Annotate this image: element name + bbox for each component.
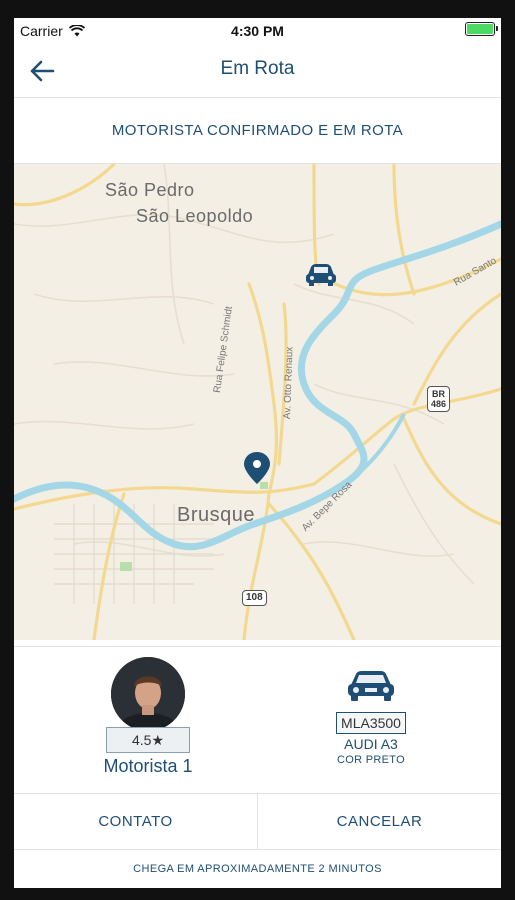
page-title: Em Rota [220,58,295,79]
ride-status-banner: MOTORISTA CONFIRMADO E EM ROTA [14,98,501,164]
driver-name: Motorista 1 [103,756,193,776]
driver-photo [111,657,185,731]
license-plate: MLA3500 [336,712,406,734]
vehicle-card: MLA3500 AUDI A3 COR PRETO [324,669,418,766]
contact-button[interactable]: CONTATO [14,794,258,849]
map-car-icon [306,264,336,286]
action-bar: CONTATO CANCELAR [14,793,501,850]
car-icon [348,671,394,701]
map-label-sao-pedro: São Pedro [105,180,195,200]
car-model: AUDI A3 [344,736,398,752]
avatar [111,657,185,731]
status-time: 4:30 PM [231,23,284,39]
driver-rating-badge: 4.5★ [106,727,190,753]
app-screen: Carrier 4:30 PM Em Rota MOTORISTA CONFIR… [14,18,501,888]
driver-card: 4.5★ Motorista 1 [92,657,204,777]
map-label-brusque: Brusque [177,504,255,526]
cancel-button[interactable]: CANCELAR [258,794,501,849]
map-label-sao-leopoldo: São Leopoldo [136,206,254,226]
route-map[interactable]: São Pedro São Leopoldo Brusque Rua Felip… [14,164,501,640]
highway-shield-br486: BR 486 [427,386,451,412]
location-pin-icon [244,452,270,484]
eta-text: CHEGA EM APROXIMADAMENTE 2 MINUTOS [133,863,382,875]
status-bar: Carrier 4:30 PM [14,18,501,44]
battery-icon [465,22,498,36]
status-right [465,22,498,36]
car-color: COR PRETO [337,754,405,766]
driver-info-panel: 4.5★ Motorista 1 MLA3500 AUDI A3 COR PRE… [14,646,501,786]
nav-bar: Em Rota [14,44,501,98]
road-shield-108: 108 [242,590,267,606]
